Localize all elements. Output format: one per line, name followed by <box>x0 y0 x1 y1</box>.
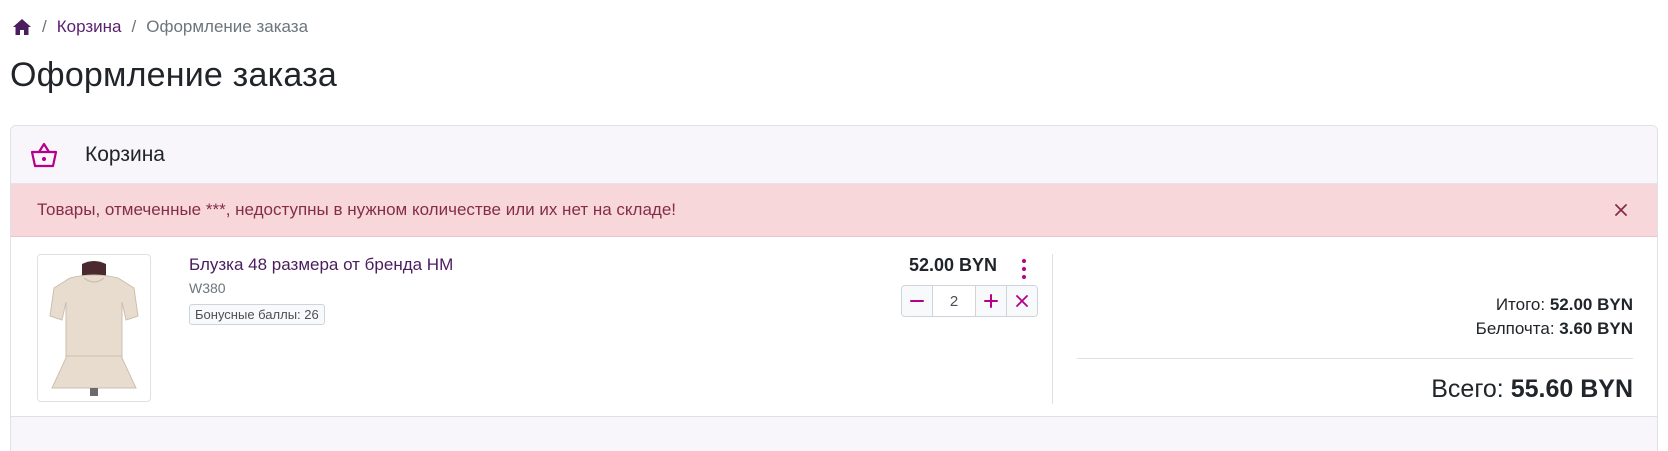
home-icon[interactable] <box>12 17 32 37</box>
grand-total: Всего: 55.60 BYN <box>1431 375 1633 404</box>
basket-icon <box>29 140 59 170</box>
cart-card: Корзина Товары, отмеченные ***, недоступ… <box>10 125 1658 451</box>
product-sku: W380 <box>189 280 226 296</box>
page-title: Оформление заказа <box>10 56 338 94</box>
shipping-value: 3.60 BYN <box>1559 319 1633 338</box>
order-subtotals: Итого: 52.00 BYN Белпочта: 3.60 BYN <box>1476 293 1633 341</box>
breadcrumb-current: Оформление заказа <box>146 17 309 36</box>
stock-alert-text: Товары, отмеченные ***, недоступны в нуж… <box>37 200 677 219</box>
subtotal-label: Итого: <box>1495 295 1546 314</box>
remove-item-button[interactable] <box>1006 286 1037 316</box>
summary-divider <box>1052 254 1053 404</box>
cart-title: Корзина <box>85 142 165 166</box>
breadcrumb-separator: / <box>42 17 47 36</box>
cart-header: Корзина <box>11 126 1657 184</box>
more-options-icon[interactable] <box>1018 259 1030 279</box>
item-price: 52.00 BYN <box>908 255 997 275</box>
shipping-line: Белпочта: 3.60 BYN <box>1476 317 1633 341</box>
subtotal-line: Итого: 52.00 BYN <box>1476 293 1633 317</box>
shipping-label: Белпочта: <box>1475 319 1555 338</box>
cart-item: Блузка 48 размера от бренда НМ W380 Бону… <box>11 237 1657 437</box>
quantity-input[interactable] <box>932 286 976 316</box>
card-footer <box>11 417 1657 451</box>
breadcrumb: / Корзина / Оформление заказа <box>12 14 308 40</box>
product-image[interactable] <box>37 254 151 402</box>
minus-icon <box>910 300 924 302</box>
grand-total-label: Всего: <box>1431 375 1504 403</box>
totals-divider <box>1077 358 1633 359</box>
quantity-stepper <box>901 285 1038 317</box>
increase-quantity-button[interactable] <box>976 286 1006 316</box>
breadcrumb-separator: / <box>131 17 137 36</box>
breadcrumb-link-cart[interactable]: Корзина <box>57 17 122 37</box>
subtotal-value: 52.00 BYN <box>1549 295 1633 314</box>
checkout-page: / Корзина / Оформление заказа Оформление… <box>0 0 1668 451</box>
close-icon[interactable] <box>1611 200 1631 220</box>
product-name-link[interactable]: Блузка 48 размера от бренда НМ <box>189 255 453 275</box>
decrease-quantity-button[interactable] <box>902 286 932 316</box>
close-icon <box>1016 295 1028 307</box>
stock-alert: Товары, отмеченные ***, недоступны в нуж… <box>11 184 1657 237</box>
bonus-points-badge: Бонусные баллы: 26 <box>189 304 325 325</box>
grand-total-value: 55.60 BYN <box>1510 375 1633 403</box>
plus-icon <box>984 294 998 308</box>
